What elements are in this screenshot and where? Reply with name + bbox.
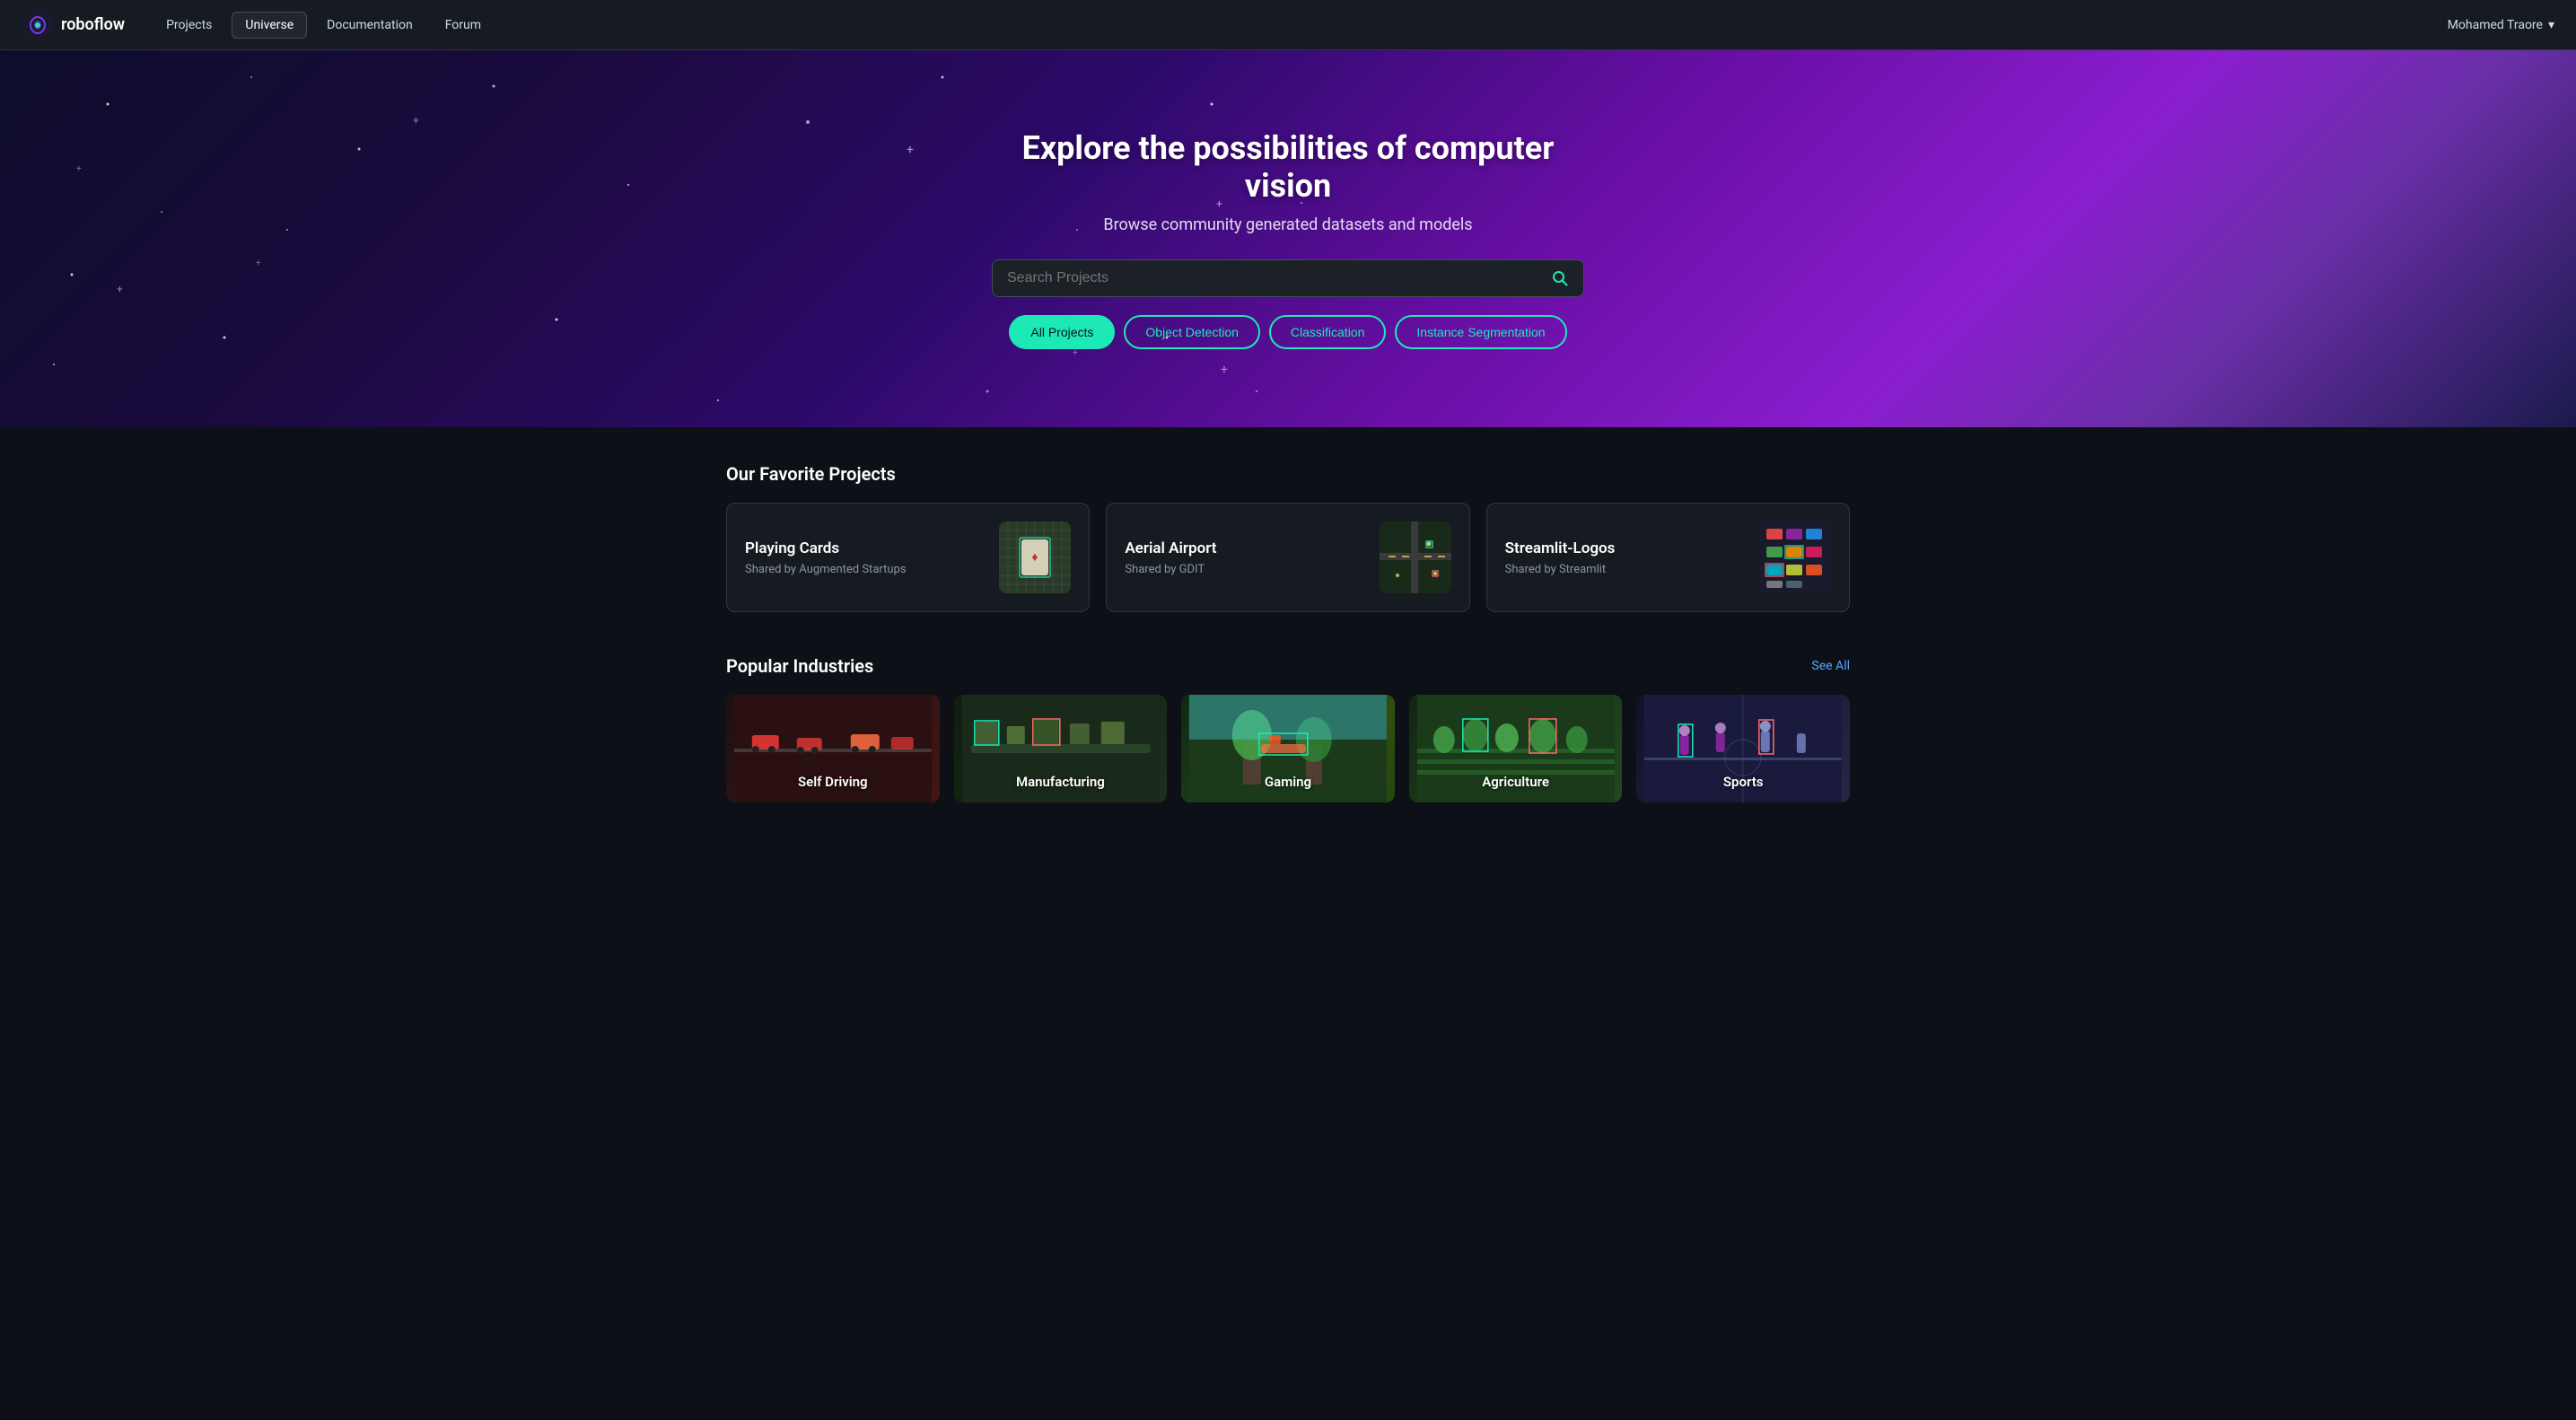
industry-label-self-driving: Self Driving: [798, 774, 868, 790]
svg-text:+: +: [117, 283, 123, 295]
project-thumbnail-aerial-airport: [1380, 522, 1451, 593]
svg-text:+: +: [1221, 363, 1228, 377]
nav-documentation[interactable]: Documentation: [314, 13, 425, 38]
nav-links: Projects Universe Documentation Forum: [153, 12, 2448, 39]
industry-label-manufacturing: Manufacturing: [1016, 774, 1105, 790]
project-name-playing-cards: Playing Cards: [745, 539, 985, 557]
nav-universe[interactable]: Universe: [232, 12, 307, 39]
industry-card-gaming[interactable]: Gaming: [1181, 695, 1395, 802]
industry-label-gaming: Gaming: [1265, 774, 1311, 790]
project-name-streamlit-logos: Streamlit-Logos: [1505, 539, 1745, 557]
svg-text:+: +: [1073, 348, 1078, 358]
industry-card-agriculture[interactable]: Agriculture: [1409, 695, 1623, 802]
industries-section-header: Popular Industries See All: [726, 655, 1850, 677]
logo-text: roboflow: [61, 15, 125, 34]
filter-classification[interactable]: Classification: [1269, 315, 1386, 349]
industry-card-sports[interactable]: Sports: [1636, 695, 1850, 802]
project-author-streamlit-logos: Shared by Streamlit: [1505, 563, 1745, 576]
industry-label-agriculture: Agriculture: [1482, 774, 1549, 790]
nav-forum[interactable]: Forum: [433, 13, 494, 38]
aerial-airport-thumbnail-svg: [1380, 522, 1451, 593]
favorite-section-title: Our Favorite Projects: [726, 463, 896, 485]
industries-grid: Self Driving Manufactu: [726, 695, 1850, 802]
streamlit-logos-thumbnail-svg: [1759, 522, 1831, 593]
svg-text:♦: ♦: [1032, 550, 1038, 565]
project-info-streamlit-logos: Streamlit-Logos Shared by Streamlit: [1505, 539, 1745, 576]
main-content: Our Favorite Projects Playing Cards Shar…: [705, 427, 1871, 838]
hero-section: + + + + + + + + Explore the possibilitie…: [0, 50, 2576, 427]
industry-label-sports: Sports: [1723, 774, 1764, 790]
industry-card-self-driving[interactable]: Self Driving: [726, 695, 940, 802]
hero-title: Explore the possibilities of computer vi…: [992, 129, 1584, 205]
see-all-industries-link[interactable]: See All: [1811, 659, 1850, 673]
svg-text:+: +: [413, 114, 419, 127]
search-input[interactable]: [1007, 270, 1542, 286]
industry-card-manufacturing[interactable]: Manufacturing: [954, 695, 1168, 802]
user-menu[interactable]: Mohamed Traore ▾: [2448, 18, 2554, 32]
logo[interactable]: roboflow: [22, 9, 125, 41]
favorite-projects-section: Our Favorite Projects Playing Cards Shar…: [726, 463, 1850, 612]
popular-industries-section: Popular Industries See All: [726, 655, 1850, 802]
favorite-section-header: Our Favorite Projects: [726, 463, 1850, 485]
hero-content: Explore the possibilities of computer vi…: [974, 129, 1602, 349]
svg-text:+: +: [256, 259, 261, 268]
filter-pills: All Projects Object Detection Classifica…: [992, 315, 1584, 349]
playing-cards-thumbnail-svg: ♦: [999, 522, 1071, 593]
filter-object-detection[interactable]: Object Detection: [1124, 315, 1260, 349]
project-card-playing-cards[interactable]: Playing Cards Shared by Augmented Startu…: [726, 503, 1090, 612]
nav-projects[interactable]: Projects: [153, 13, 224, 38]
industries-section-title: Popular Industries: [726, 655, 873, 677]
username: Mohamed Traore: [2448, 18, 2543, 32]
svg-text:+: +: [76, 164, 82, 174]
search-button[interactable]: [1551, 269, 1569, 287]
project-thumbnail-playing-cards: ♦: [999, 522, 1071, 593]
filter-all-projects[interactable]: All Projects: [1009, 315, 1115, 349]
project-thumbnail-streamlit-logos: [1759, 522, 1831, 593]
hero-subtitle: Browse community generated datasets and …: [992, 215, 1584, 234]
project-card-aerial-airport[interactable]: Aerial Airport Shared by GDIT: [1106, 503, 1469, 612]
project-name-aerial-airport: Aerial Airport: [1125, 539, 1364, 557]
project-info-playing-cards: Playing Cards Shared by Augmented Startu…: [745, 539, 985, 576]
project-author-playing-cards: Shared by Augmented Startups: [745, 563, 985, 576]
search-bar: [992, 259, 1584, 297]
navbar: roboflow Projects Universe Documentation…: [0, 0, 2576, 50]
project-card-streamlit-logos[interactable]: Streamlit-Logos Shared by Streamlit: [1486, 503, 1850, 612]
project-info-aerial-airport: Aerial Airport Shared by GDIT: [1125, 539, 1364, 576]
filter-instance-segmentation[interactable]: Instance Segmentation: [1395, 315, 1566, 349]
projects-grid: Playing Cards Shared by Augmented Startu…: [726, 503, 1850, 612]
roboflow-logo-icon: [22, 9, 54, 41]
dropdown-icon: ▾: [2548, 18, 2554, 32]
search-icon: [1551, 269, 1569, 287]
svg-text:+: +: [907, 143, 914, 157]
project-author-aerial-airport: Shared by GDIT: [1125, 563, 1364, 576]
